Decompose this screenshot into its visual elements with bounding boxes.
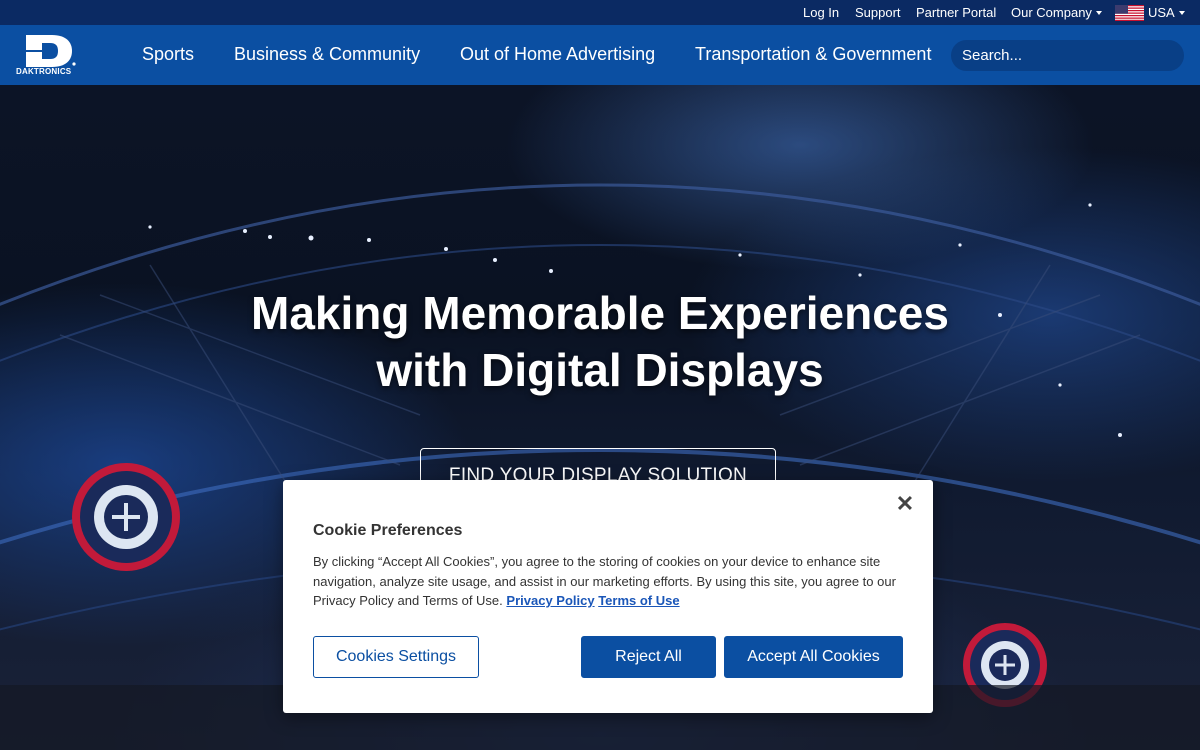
caret-down-icon bbox=[1178, 11, 1185, 15]
accept-all-cookies-button[interactable]: Accept All Cookies bbox=[724, 636, 903, 678]
reject-all-button[interactable]: Reject All bbox=[581, 636, 716, 678]
cookie-dialog-title: Cookie Preferences bbox=[313, 522, 463, 539]
partner-portal-link[interactable]: Partner Portal bbox=[916, 5, 996, 20]
logo-wordmark: DAKTRONICS bbox=[16, 67, 72, 76]
our-company-label: Our Company bbox=[1011, 5, 1092, 20]
cookies-settings-button[interactable]: Cookies Settings bbox=[313, 636, 479, 678]
terms-of-use-link[interactable]: Terms of Use bbox=[598, 593, 679, 608]
nav-sports[interactable]: Sports bbox=[142, 44, 194, 65]
hero-title-line2: with Digital Displays bbox=[376, 344, 824, 396]
close-icon[interactable]: ✕ bbox=[893, 492, 917, 516]
our-company-dropdown[interactable]: Our Company bbox=[1011, 5, 1102, 20]
hero-title: Making Memorable Experiences with Digita… bbox=[100, 285, 1100, 399]
privacy-policy-link[interactable]: Privacy Policy bbox=[506, 593, 594, 608]
caret-down-icon bbox=[1095, 11, 1102, 15]
cookie-preferences-dialog: ✕ Cookie Preferences By clicking “Accept… bbox=[283, 480, 933, 713]
hero-title-line1: Making Memorable Experiences bbox=[251, 287, 949, 339]
main-nav: DAKTRONICS Sports Business & Community O… bbox=[0, 25, 1200, 85]
region-selector[interactable]: USA bbox=[1148, 5, 1185, 20]
region-label: USA bbox=[1148, 5, 1175, 20]
support-link[interactable]: Support bbox=[855, 5, 901, 20]
login-link[interactable]: Log In bbox=[803, 5, 839, 20]
search-input[interactable] bbox=[951, 40, 1184, 71]
utility-bar: Log In Support Partner Portal Our Compan… bbox=[0, 0, 1200, 25]
nav-business-community[interactable]: Business & Community bbox=[234, 44, 420, 65]
nav-out-of-home-advertising[interactable]: Out of Home Advertising bbox=[460, 44, 655, 65]
cookie-dialog-text: By clicking “Accept All Cookies”, you ag… bbox=[313, 552, 913, 611]
nav-transportation-government[interactable]: Transportation & Government bbox=[695, 44, 931, 65]
us-flag-icon[interactable] bbox=[1115, 5, 1144, 21]
